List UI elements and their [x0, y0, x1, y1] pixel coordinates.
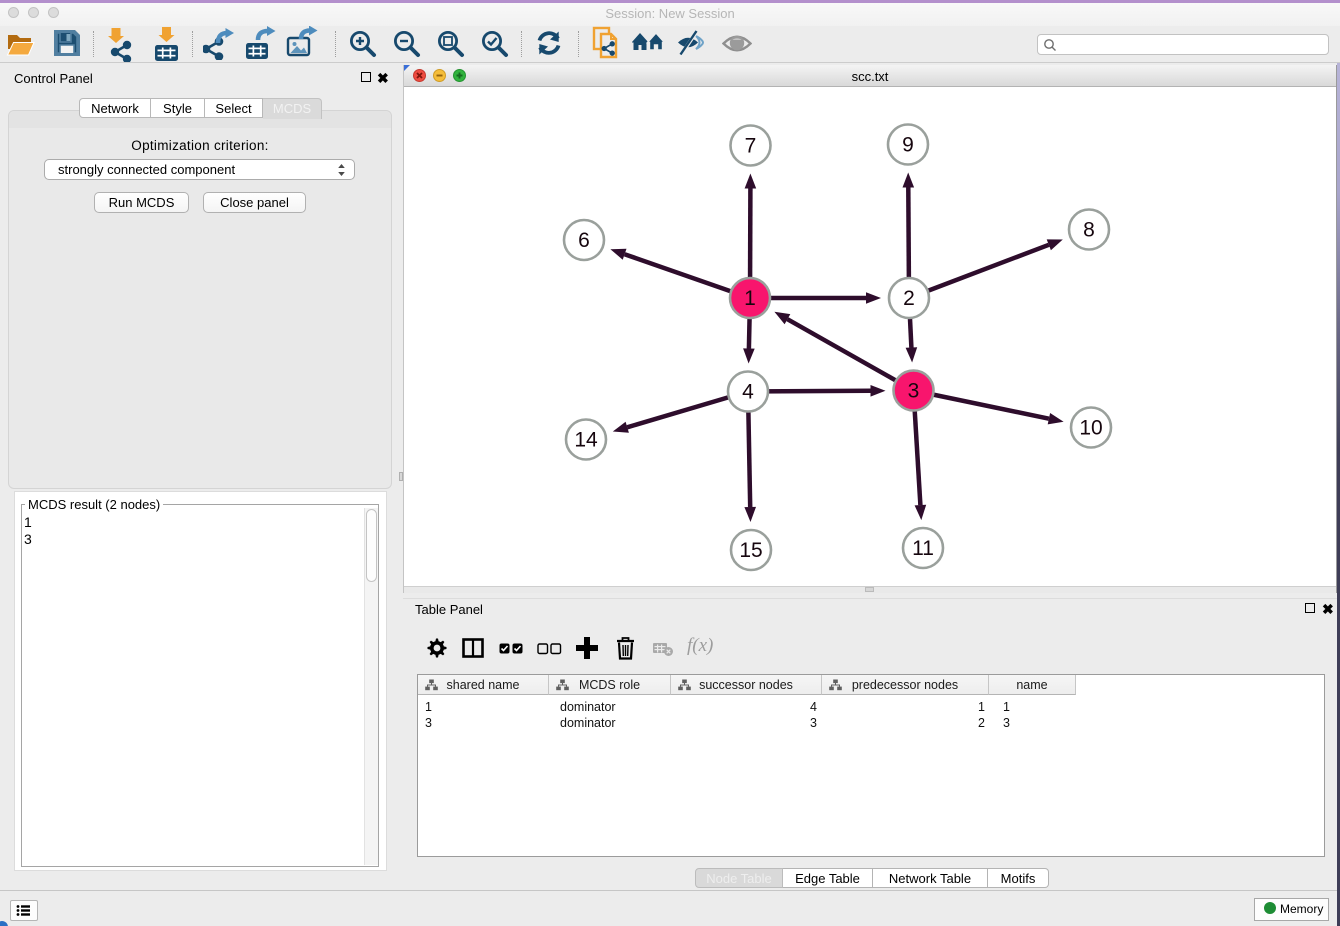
svg-text:10: 10	[1079, 417, 1102, 440]
svg-text:9: 9	[902, 134, 914, 157]
svg-text:15: 15	[739, 539, 762, 562]
svg-text:4: 4	[742, 381, 754, 404]
svg-text:6: 6	[578, 229, 590, 252]
svg-text:1: 1	[744, 287, 756, 310]
svg-text:7: 7	[745, 135, 757, 158]
svg-text:11: 11	[912, 537, 934, 560]
svg-text:8: 8	[1083, 219, 1095, 242]
svg-text:3: 3	[908, 380, 920, 403]
svg-text:14: 14	[574, 429, 598, 452]
svg-text:2: 2	[903, 287, 915, 310]
